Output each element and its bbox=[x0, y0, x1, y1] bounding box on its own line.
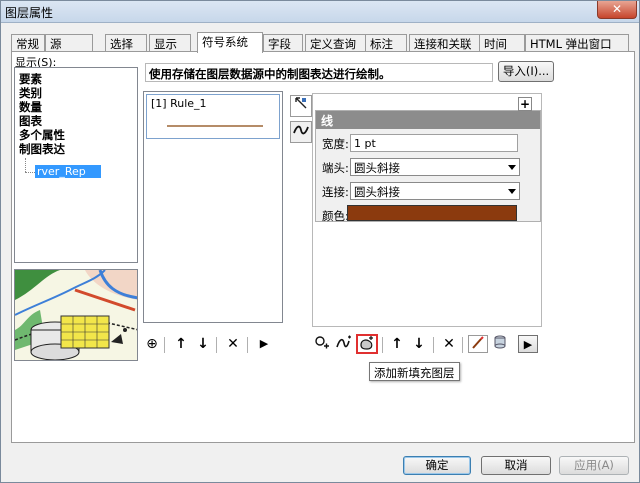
apply-button[interactable]: 应用(A) bbox=[559, 456, 629, 475]
tab-general[interactable]: 常规 bbox=[11, 34, 45, 52]
close-button[interactable]: ✕ bbox=[597, 1, 637, 19]
toolbar-separator bbox=[164, 337, 165, 353]
join-select-value: 圆头斜接 bbox=[354, 185, 400, 199]
line-header: 线 bbox=[316, 111, 540, 129]
color-swatch[interactable] bbox=[347, 205, 517, 221]
geometric-effect-icon[interactable] bbox=[290, 95, 312, 117]
layer-delete-button[interactable]: ✕ bbox=[441, 335, 457, 353]
join-label: 连接: bbox=[322, 185, 349, 199]
brush-icon bbox=[472, 336, 484, 349]
tab-display[interactable]: 显示 bbox=[149, 34, 191, 52]
add-rule-button[interactable]: ⊕ bbox=[145, 335, 159, 353]
layer-move-up-button[interactable]: ↑ bbox=[389, 335, 405, 353]
symbology-preview-image bbox=[14, 269, 138, 361]
cylinder-icon bbox=[494, 335, 506, 349]
cancel-button[interactable]: 取消 bbox=[481, 456, 551, 475]
rule-move-down-button[interactable]: ↓ bbox=[195, 335, 211, 353]
layer-more-button[interactable]: ▶ bbox=[518, 335, 538, 353]
tab-source[interactable]: 源 bbox=[45, 34, 93, 52]
toolbar-separator bbox=[247, 337, 248, 353]
effects-toolbar bbox=[290, 95, 312, 151]
cap-select[interactable]: 圆头斜接 bbox=[350, 158, 520, 176]
tab-fields[interactable]: 字段 bbox=[263, 34, 303, 52]
show-list[interactable]: 要素 类别 数量 图表 多个属性 制图表达 rver_Rep bbox=[14, 67, 138, 263]
tab-strip: 常规 源 选择 显示 符号系统 字段 定义查询 标注 连接和关联 时间 HTML… bbox=[11, 32, 631, 53]
toolbar-separator bbox=[462, 337, 463, 353]
tab-time[interactable]: 时间 bbox=[479, 34, 525, 52]
symbology-description: 使用存储在图层数据源中的制图表达进行绘制。 bbox=[145, 63, 493, 82]
add-stroke-icon bbox=[336, 335, 351, 348]
dropdown-arrow-icon bbox=[508, 189, 516, 194]
window-title: 图层属性 bbox=[5, 6, 54, 20]
rule-delete-button[interactable]: ✕ bbox=[225, 335, 241, 353]
add-fill-icon bbox=[360, 336, 373, 350]
toolbar-separator bbox=[433, 337, 434, 353]
add-fill-layer-tooltip: 添加新填充图层 bbox=[369, 362, 460, 381]
cap-label: 端头: bbox=[322, 161, 349, 175]
add-fill-layer-button[interactable] bbox=[356, 334, 378, 354]
dropdown-arrow-icon bbox=[508, 165, 516, 170]
expand-plus-icon[interactable]: + bbox=[518, 97, 532, 111]
title-bar: 图层属性 ✕ bbox=[1, 1, 639, 23]
rule-line-preview bbox=[167, 125, 263, 127]
rule-label: [1] Rule_1 bbox=[151, 97, 207, 110]
show-subitem-representation[interactable]: rver_Rep bbox=[35, 165, 101, 178]
ok-button[interactable]: 确定 bbox=[403, 456, 471, 475]
rule-move-up-button[interactable]: ↑ bbox=[173, 335, 189, 353]
add-marker-icon bbox=[315, 336, 329, 349]
import-button[interactable]: 导入(I)... bbox=[498, 61, 554, 82]
tab-definition-query[interactable]: 定义查询 bbox=[305, 34, 367, 52]
rule-list[interactable]: [1] Rule_1 bbox=[143, 91, 283, 323]
color-label: 颜色: bbox=[322, 209, 349, 223]
tab-joins-relates[interactable]: 连接和关联 bbox=[409, 34, 481, 52]
tab-selection[interactable]: 选择 bbox=[105, 34, 147, 52]
brush-tool-button[interactable] bbox=[468, 335, 488, 353]
tab-labels[interactable]: 标注 bbox=[365, 34, 407, 52]
width-label: 宽度: bbox=[322, 137, 349, 151]
layer-move-down-button[interactable]: ↓ bbox=[411, 335, 427, 353]
join-select[interactable]: 圆头斜接 bbox=[350, 182, 520, 200]
toolbar-separator bbox=[382, 337, 383, 353]
tree-connector bbox=[25, 158, 26, 172]
layer-properties-dialog: 图层属性 ✕ 常规 源 选择 显示 符号系统 字段 定义查询 标注 连接和关联 … bbox=[0, 0, 640, 483]
toolbar-separator bbox=[216, 337, 217, 353]
stroke-layer-icon[interactable] bbox=[290, 121, 312, 143]
add-marker-layer-button[interactable] bbox=[313, 335, 331, 353]
cylinder-tool-button[interactable] bbox=[491, 335, 509, 353]
rule-more-button[interactable]: ▶ bbox=[257, 335, 271, 353]
tab-html-popup[interactable]: HTML 弹出窗口 bbox=[525, 34, 629, 52]
tree-connector bbox=[25, 172, 35, 173]
tab-symbology[interactable]: 符号系统 bbox=[197, 32, 263, 53]
cap-select-value: 圆头斜接 bbox=[354, 161, 400, 175]
add-stroke-layer-button[interactable] bbox=[335, 335, 353, 353]
map-illustration bbox=[15, 270, 137, 360]
rule-item[interactable]: [1] Rule_1 bbox=[146, 94, 280, 139]
width-input[interactable]: 1 pt bbox=[350, 134, 518, 152]
show-item-representations[interactable]: 制图表达 bbox=[19, 141, 65, 157]
